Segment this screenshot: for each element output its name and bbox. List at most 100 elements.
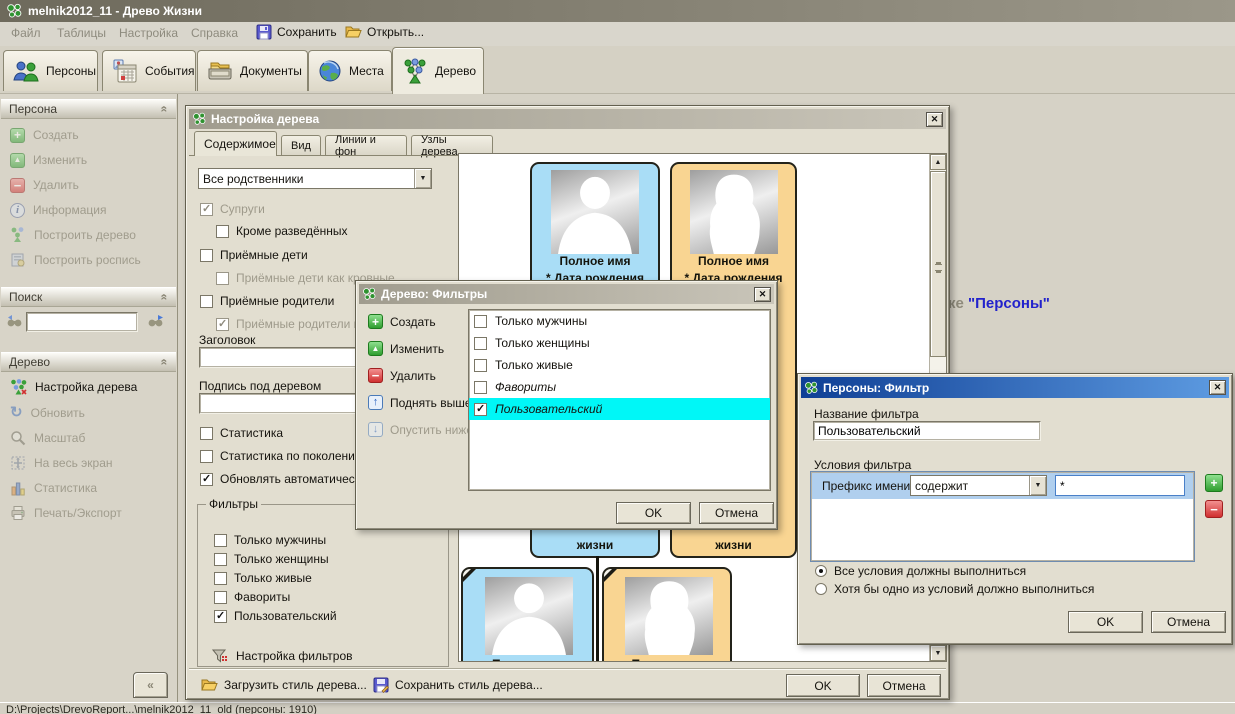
radio-all-conditions[interactable]: Все условия должны выполниться xyxy=(815,564,1026,578)
search-forward-icon[interactable] xyxy=(146,313,165,329)
collapse-chevron-icon: « xyxy=(158,294,172,301)
close-icon[interactable]: ✕ xyxy=(926,112,943,127)
sidebar-item-build-tree[interactable]: Построить дерево xyxy=(10,226,136,244)
relatives-dropdown[interactable]: Все родственники ▼ xyxy=(198,168,432,189)
menu-bar: Файл Таблицы Настройка Справка Сохранить… xyxy=(0,22,1235,46)
cancel-button[interactable]: Отмена xyxy=(699,502,774,524)
open-button[interactable]: Открыть... xyxy=(345,24,424,40)
checkbox-custom[interactable]: Пользовательский xyxy=(214,609,337,623)
chevron-down-icon: ▼ xyxy=(414,169,431,188)
floppy-icon xyxy=(256,24,272,40)
create-filter-button[interactable]: + Создать xyxy=(368,314,436,329)
load-style-button[interactable]: Загрузить стиль дерева... xyxy=(201,677,367,693)
book-icon xyxy=(10,252,26,268)
male-photo-placeholder xyxy=(551,170,639,254)
remove-condition-button[interactable]: − xyxy=(1205,500,1223,518)
minus-icon: − xyxy=(10,178,25,193)
checkbox-statistics-generations[interactable]: Статистика по поколениям xyxy=(200,449,370,463)
delete-filter-button[interactable]: − Удалить xyxy=(368,368,436,383)
sidebar-collapse-button[interactable]: « xyxy=(133,672,168,698)
tree-settings-icon xyxy=(10,379,27,395)
sidebar-item-delete[interactable]: −Удалить xyxy=(10,176,79,194)
condition-value-input[interactable] xyxy=(1055,475,1185,496)
cancel-button[interactable]: Отмена xyxy=(867,674,941,697)
add-condition-button[interactable]: + xyxy=(1205,474,1223,492)
filter-row-favorites[interactable]: Фавориты xyxy=(469,376,770,398)
bar-chart-icon xyxy=(10,480,26,496)
scrollbar-thumb[interactable] xyxy=(930,171,946,357)
sidebar-item-refresh[interactable]: ↻ Обновить xyxy=(10,404,85,422)
checkbox-statistics[interactable]: Статистика xyxy=(200,426,283,440)
edit-filter-button[interactable]: ▲ Изменить xyxy=(368,341,444,356)
sidebar-item-build-rospis[interactable]: Построить роспись xyxy=(10,251,141,269)
checkbox-auto-update[interactable]: Обновлять автоматически xyxy=(200,472,367,486)
checkbox-adoptive-parents[interactable]: Приёмные родители xyxy=(200,294,334,308)
printer-icon xyxy=(10,505,26,521)
plus-icon: + xyxy=(368,314,383,329)
checkbox-except-divorced[interactable]: Кроме разведённых xyxy=(216,224,348,238)
save-button[interactable]: Сохранить xyxy=(256,24,337,40)
tab-lines-bg[interactable]: Линии и фон xyxy=(325,135,407,156)
filters-group-legend: Фильтры xyxy=(206,497,261,511)
filter-row-only-men[interactable]: Только мужчины xyxy=(469,310,770,332)
checkbox-favorites[interactable]: Фавориты xyxy=(214,590,290,604)
sidebar-item-zoom[interactable]: Масштаб xyxy=(10,429,85,447)
sidebar-item-info[interactable]: i Информация xyxy=(10,201,106,219)
scroll-down-icon[interactable]: ▼ xyxy=(930,645,946,661)
checkbox-only-alive[interactable]: Только живые xyxy=(214,571,312,585)
tab-content[interactable]: Содержимое xyxy=(194,131,277,156)
section-header-tree[interactable]: Дерево « xyxy=(1,352,176,372)
checkbox-adopted-children[interactable]: Приёмные дети xyxy=(200,248,308,262)
menu-tables[interactable]: Таблицы xyxy=(57,26,106,40)
sidebar-item-edit[interactable]: ▲Изменить xyxy=(10,151,87,169)
condition-field-label: Префикс имени xyxy=(822,479,910,493)
menu-help[interactable]: Справка xyxy=(191,26,238,40)
section-header-person[interactable]: Персона « xyxy=(1,99,176,119)
condition-operator-dropdown[interactable]: содержит ▼ xyxy=(910,475,1047,496)
tree-logo-icon xyxy=(362,287,376,301)
menu-file[interactable]: Файл xyxy=(11,26,41,40)
move-down-button[interactable]: ↓ Опустить ниже xyxy=(368,422,473,437)
tab-tree[interactable]: Дерево xyxy=(392,47,484,94)
tab-persons[interactable]: Персоны xyxy=(3,50,98,91)
tab-view[interactable]: Вид xyxy=(281,135,321,156)
condition-row[interactable]: Префикс имени содержит ▼ xyxy=(812,473,1193,499)
sidebar-item-create[interactable]: +Создать xyxy=(10,126,79,144)
person-card-male-child[interactable]: Полное имя xyxy=(461,567,594,662)
filter-row-custom[interactable]: Пользовательский xyxy=(469,398,770,420)
arrow-down-icon: ↓ xyxy=(368,422,383,437)
open-folder-icon xyxy=(345,24,362,40)
ok-button[interactable]: OK xyxy=(616,502,691,524)
sidebar-item-tree-settings[interactable]: Настройка дерева xyxy=(10,378,137,396)
checkbox-only-men[interactable]: Только мужчины xyxy=(214,533,326,547)
ok-button[interactable]: OK xyxy=(786,674,860,697)
close-icon[interactable]: ✕ xyxy=(1209,380,1226,395)
tab-places[interactable]: Места xyxy=(308,50,392,91)
section-header-search[interactable]: Поиск « xyxy=(1,287,176,307)
conditions-listbox: Префикс имени содержит ▼ xyxy=(810,471,1195,562)
sidebar-item-fullscreen[interactable]: На весь экран xyxy=(10,454,113,472)
filter-name-input[interactable] xyxy=(813,421,1041,441)
filter-row-only-alive[interactable]: Только живые xyxy=(469,354,770,376)
radio-any-condition[interactable]: Хотя бы одно из условий должно выполнить… xyxy=(815,582,1094,596)
filter-row-only-women[interactable]: Только женщины xyxy=(469,332,770,354)
tab-documents[interactable]: Документы xyxy=(197,50,308,91)
minus-icon: − xyxy=(368,368,383,383)
male-photo-placeholder xyxy=(485,577,573,655)
menu-settings[interactable]: Настройка xyxy=(119,26,178,40)
cancel-button[interactable]: Отмена xyxy=(1151,611,1226,633)
person-card-female-child[interactable]: Полное имя xyxy=(602,567,732,662)
close-icon[interactable]: ✕ xyxy=(754,287,771,302)
scroll-up-icon[interactable]: ▲ xyxy=(930,154,946,170)
sidebar-item-statistics[interactable]: Статистика xyxy=(10,479,97,497)
ok-button[interactable]: OK xyxy=(1068,611,1143,633)
filter-settings-link[interactable]: Настройка фильтров xyxy=(212,648,353,664)
tab-events[interactable]: События xyxy=(102,50,196,91)
search-input[interactable] xyxy=(26,312,138,332)
sidebar-item-print-export[interactable]: Печать/Экспорт xyxy=(10,504,122,522)
save-style-button[interactable]: Сохранить стиль дерева... xyxy=(373,677,543,693)
move-up-button[interactable]: ↑ Поднять выше xyxy=(368,395,472,410)
search-back-icon[interactable] xyxy=(6,313,23,329)
checkbox-only-women[interactable]: Только женщины xyxy=(214,552,329,566)
checkbox-spouses[interactable]: Супруги xyxy=(200,202,265,216)
